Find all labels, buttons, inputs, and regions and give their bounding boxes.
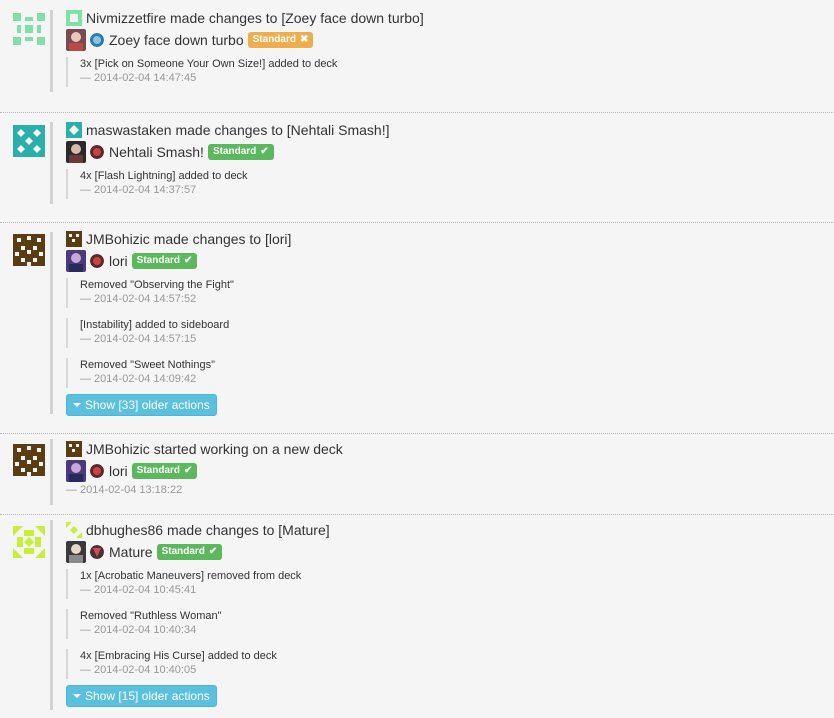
deck-name[interactable]: Mature [109, 544, 153, 560]
user-link[interactable]: Nivmizzetfire [86, 10, 166, 26]
action-text: [Instability] added to sideboard [80, 319, 230, 331]
user-avatar-small[interactable] [66, 441, 82, 457]
red-mana-icon [90, 464, 104, 478]
user-link[interactable]: JMBohizic [86, 441, 150, 457]
deck-line: Nehtali Smash! Standard ✔ [66, 141, 834, 163]
check-icon: ✔ [260, 146, 269, 157]
entry-verb: started working on a new deck [153, 441, 343, 457]
action-text: 1x [Acrobatic Maneuvers] removed from de… [80, 570, 302, 582]
format-badge: Standard ✔ [207, 144, 274, 160]
deck-line: lori Standard ✔ [66, 460, 834, 482]
user-avatar-small[interactable] [66, 122, 82, 138]
deck-avatar[interactable] [66, 250, 86, 272]
user-avatar[interactable] [13, 125, 45, 157]
format-badge: Standard ✖ [247, 32, 314, 48]
action-item: 4x [Flash Lightning] added to deck — 201… [66, 169, 834, 199]
action-text: 3x [Pick on Someone Your Own Size!] adde… [80, 58, 338, 70]
shield-mana-icon [90, 545, 104, 559]
show-older-actions-button[interactable]: Show [15] older actions [66, 685, 217, 707]
deck-name[interactable]: Nehtali Smash! [109, 144, 204, 160]
action-timestamp: — 2014-02-04 10:40:05 [80, 664, 197, 676]
action-item: Removed "Ruthless Woman" — 2014-02-04 10… [66, 609, 834, 639]
action-list: Removed "Observing the Fight" — 2014-02-… [66, 278, 834, 388]
deck-line: Zoey face down turbo Standard ✖ [66, 29, 834, 51]
deck-name[interactable]: lori [109, 253, 128, 269]
action-timestamp: — 2014-02-04 14:57:15 [80, 333, 197, 345]
action-text: Removed "Ruthless Woman" [80, 610, 222, 622]
deck-link[interactable]: [Zoey face down turbo] [281, 10, 423, 26]
deck-name[interactable]: Zoey face down turbo [109, 32, 244, 48]
format-badge: Standard ✔ [131, 253, 198, 269]
check-icon: ✔ [208, 546, 218, 557]
activity-feed: Nivmizzetfire made changes to [Zoey face… [0, 0, 834, 718]
entry-verb: made changes to [166, 522, 275, 538]
entry-header: Nivmizzetfire made changes to [Zoey face… [66, 9, 834, 27]
entry-header: JMBohizic made changes to [lori] [66, 230, 834, 248]
action-list: 3x [Pick on Someone Your Own Size!] adde… [66, 57, 834, 87]
caret-down-icon [73, 694, 81, 698]
red-mana-icon [90, 254, 104, 268]
deck-line: Mature Standard ✔ [66, 541, 834, 563]
action-item: Removed "Sweet Nothings" — 2014-02-04 14… [66, 358, 834, 388]
user-avatar[interactable] [13, 444, 45, 476]
action-text: 4x [Flash Lightning] added to deck [80, 170, 248, 182]
action-timestamp: — 2014-02-04 10:40:34 [80, 624, 197, 636]
user-avatar-small[interactable] [66, 522, 82, 538]
user-link[interactable]: dbhughes86 [86, 522, 163, 538]
format-badge: Standard ✔ [131, 463, 198, 479]
entry-verb: made changes to [153, 231, 262, 247]
deck-name[interactable]: lori [109, 463, 128, 479]
action-list: 1x [Acrobatic Maneuvers] removed from de… [66, 569, 834, 679]
deck-avatar[interactable] [66, 541, 86, 563]
feed-entry: JMBohizic made changes to [lori] lori St… [0, 223, 834, 434]
action-text: 4x [Embracing His Curse] added to deck [80, 650, 277, 662]
action-item: 1x [Acrobatic Maneuvers] removed from de… [66, 569, 834, 599]
feed-entry: dbhughes86 made changes to [Mature] Matu… [0, 515, 834, 718]
entry-verb: made changes to [170, 10, 278, 26]
user-avatar[interactable] [13, 234, 45, 266]
deck-link[interactable]: [lori] [265, 231, 291, 247]
action-list: 4x [Flash Lightning] added to deck — 201… [66, 169, 834, 199]
entry-timestamp: — 2014-02-04 13:18:22 [66, 484, 183, 496]
cross-icon: ✖ [299, 34, 309, 45]
entry-header: JMBohizic started working on a new deck [66, 440, 834, 458]
user-avatar[interactable] [13, 13, 45, 45]
action-item: [Instability] added to sideboard — 2014-… [66, 318, 834, 348]
feed-entry: Nivmizzetfire made changes to [Zoey face… [0, 0, 834, 113]
entry-header: maswastaken made changes to [Nehtali Sma… [66, 121, 834, 139]
deck-avatar[interactable] [66, 29, 86, 51]
action-timestamp: — 2014-02-04 14:37:57 [80, 184, 197, 196]
action-timestamp: — 2014-02-04 10:45:41 [80, 584, 197, 596]
action-timestamp: — 2014-02-04 14:57:52 [80, 293, 197, 305]
action-item: 4x [Embracing His Curse] added to deck —… [66, 649, 834, 679]
blue-mana-icon [90, 33, 104, 47]
deck-avatar[interactable] [66, 460, 86, 482]
action-item: 3x [Pick on Someone Your Own Size!] adde… [66, 57, 834, 87]
user-link[interactable]: JMBohizic [86, 231, 150, 247]
action-item: Removed "Observing the Fight" — 2014-02-… [66, 278, 834, 308]
caret-down-icon [73, 403, 81, 407]
deck-avatar[interactable] [66, 141, 86, 163]
check-icon: ✔ [184, 255, 193, 266]
action-text: Removed "Observing the Fight" [80, 279, 234, 291]
red-mana-icon [90, 145, 104, 159]
check-icon: ✔ [184, 465, 193, 476]
deck-link[interactable]: [Mature] [278, 522, 329, 538]
deck-line: lori Standard ✔ [66, 250, 834, 272]
entry-verb: made changes to [175, 122, 283, 138]
feed-entry: JMBohizic started working on a new deck … [0, 434, 834, 515]
action-timestamp: — 2014-02-04 14:47:45 [80, 72, 197, 84]
show-older-actions-button[interactable]: Show [33] older actions [66, 394, 217, 416]
action-text: Removed "Sweet Nothings" [80, 359, 215, 371]
action-timestamp: — 2014-02-04 14:09:42 [80, 373, 197, 385]
deck-link[interactable]: [Nehtali Smash!] [287, 122, 390, 138]
feed-entry: maswastaken made changes to [Nehtali Sma… [0, 113, 834, 223]
user-avatar-small[interactable] [66, 231, 82, 247]
format-badge: Standard ✔ [156, 544, 223, 560]
entry-header: dbhughes86 made changes to [Mature] [66, 521, 834, 539]
user-link[interactable]: maswastaken [86, 122, 172, 138]
user-avatar-small[interactable] [66, 10, 82, 26]
user-avatar[interactable] [13, 526, 45, 558]
